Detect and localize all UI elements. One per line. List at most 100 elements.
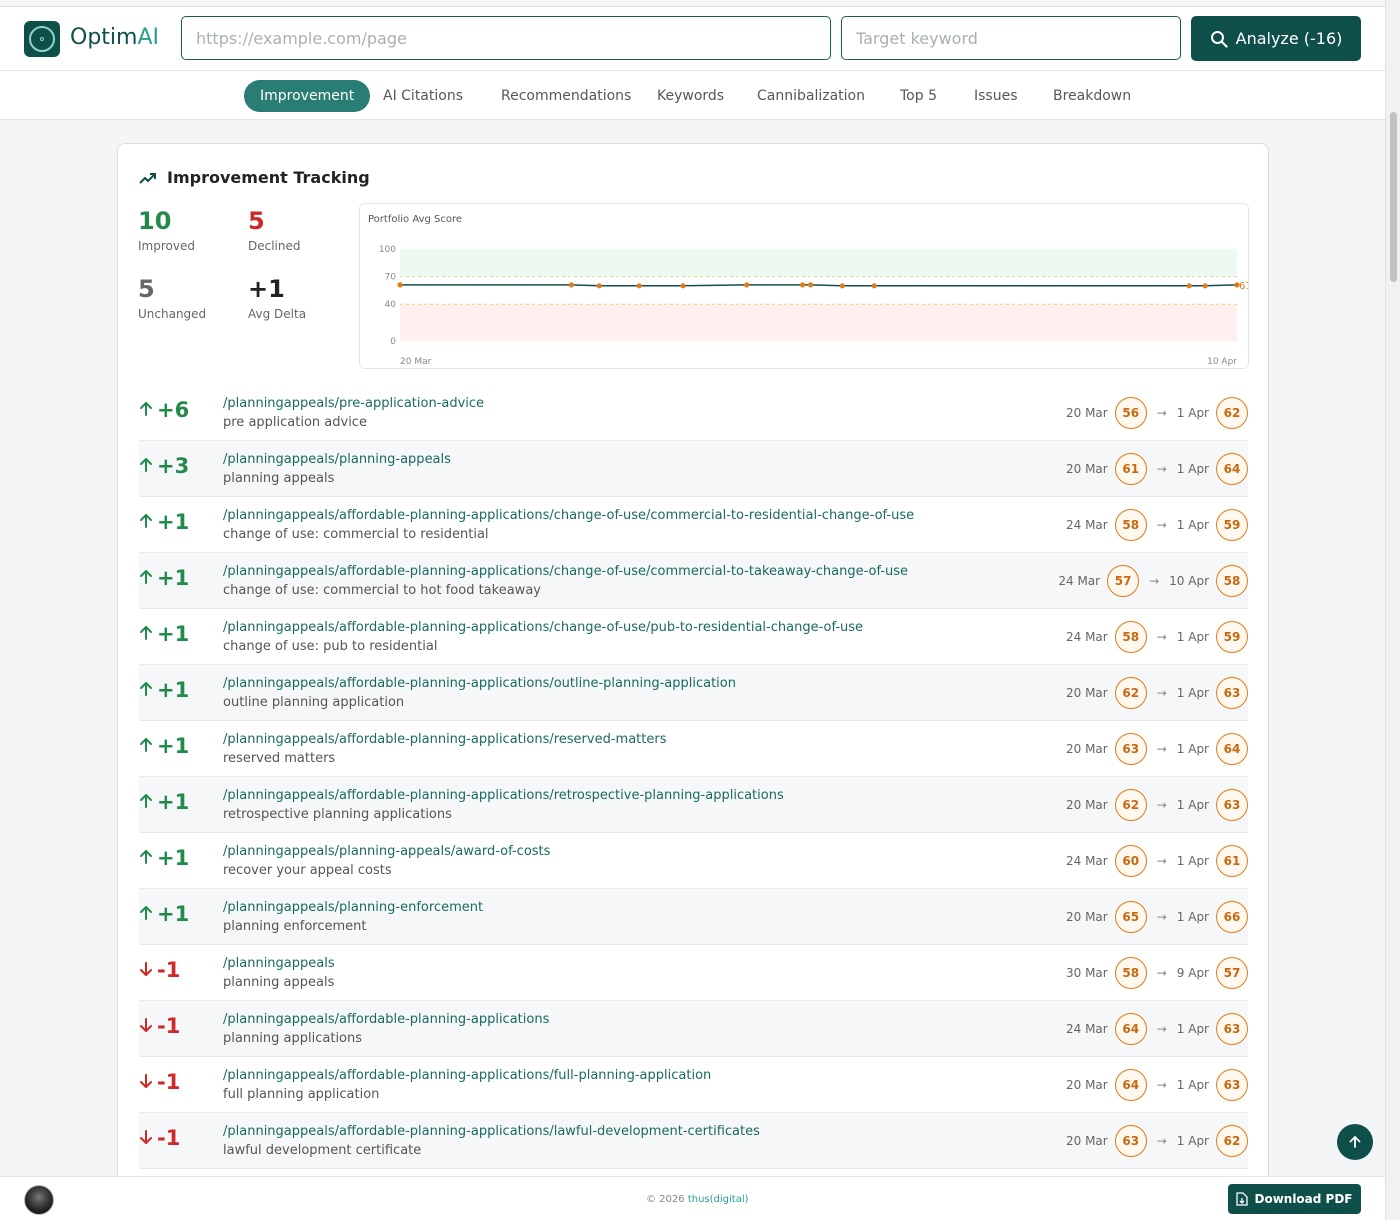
score-comparison: 20 Mar 65 → 1 Apr 66 [1066, 901, 1248, 933]
delta-indicator: +1 [139, 622, 189, 646]
tracking-row[interactable]: -1/planningappeals/affordable-planning-a… [139, 1057, 1248, 1113]
analyze-button[interactable]: Analyze (-16) [1191, 16, 1361, 61]
data-point [799, 282, 806, 288]
scrollbar[interactable] [1385, 0, 1400, 1220]
page-keyword: planning applications [223, 1031, 363, 1046]
tracking-row[interactable]: -1/planningappeals/affordable-planning-a… [139, 1001, 1248, 1057]
top-border [0, 0, 1385, 7]
url-input[interactable] [181, 16, 831, 60]
page-path-link[interactable]: /planningappeals/affordable-planning-app… [223, 508, 914, 523]
page-keyword: planning enforcement [223, 919, 367, 934]
score-comparison: 24 Mar 64 → 1 Apr 63 [1066, 1013, 1248, 1045]
data-point [596, 283, 602, 289]
tracking-row[interactable]: +1/planningappeals/affordable-planning-a… [139, 553, 1248, 609]
stat-declined-value: 5 [248, 207, 265, 235]
scroll-to-top-button[interactable] [1337, 1124, 1373, 1160]
delta-indicator: +1 [139, 846, 189, 870]
page-keyword: pre application advice [223, 415, 367, 430]
from-date: 20 Mar [1065, 798, 1108, 812]
to-score-badge: 57 [1216, 957, 1248, 989]
page-path-link[interactable]: /planningappeals [223, 956, 335, 971]
from-score-badge: 62 [1114, 677, 1147, 709]
keyword-input[interactable] [841, 16, 1181, 60]
tracking-row[interactable]: +3/planningappeals/planning-appeals plann… [139, 441, 1248, 497]
arrow-up-icon [139, 566, 153, 590]
brand-name[interactable]: OptimAI [70, 25, 159, 50]
tracking-row[interactable]: +1/planningappeals/affordable-planning-a… [139, 777, 1248, 833]
page-path-link[interactable]: /planningappeals/affordable-planning-app… [223, 564, 908, 579]
tab-ai-citations[interactable]: AI Citations [367, 80, 479, 112]
from-score-badge: 56 [1114, 397, 1147, 429]
data-point [568, 282, 574, 288]
tracking-row[interactable]: +6/planningappeals/pre-application-advic… [139, 385, 1248, 441]
data-point [1202, 283, 1208, 289]
page-path-link[interactable]: /planningappeals/planning-appeals [223, 452, 451, 467]
tracking-row[interactable]: +1/planningappeals/affordable-planning-a… [139, 721, 1248, 777]
page-path-link[interactable]: /planningappeals/affordable-planning-app… [223, 1124, 760, 1139]
tab-cannibalization[interactable]: Cannibalization [741, 80, 881, 112]
tab-keywords[interactable]: Keywords [641, 80, 740, 112]
page-keyword: reserved matters [223, 751, 336, 766]
tracking-row[interactable]: +1/planningappeals/affordable-planning-a… [139, 497, 1248, 553]
page-path-link[interactable]: /planningappeals/affordable-planning-app… [223, 788, 784, 803]
score-comparison: 24 Mar 57 → 10 Apr 58 [1058, 565, 1248, 597]
page-path-link[interactable]: /planningappeals/planning-appeals/award-… [223, 844, 550, 859]
arrow-up-icon [1349, 1136, 1361, 1148]
scrollbar-thumb[interactable] [1390, 112, 1397, 282]
from-score-badge: 64 [1114, 1013, 1147, 1045]
to-date: 1 Apr [1176, 462, 1209, 476]
user-avatar[interactable] [24, 1185, 54, 1215]
page-path-link[interactable]: /planningappeals/pre-application-advice [223, 396, 484, 411]
tab-breakdown[interactable]: Breakdown [1037, 80, 1147, 112]
to-score-badge: 64 [1216, 453, 1248, 485]
delta-value: +1 [157, 678, 190, 702]
arrow-right-icon: → [1156, 798, 1167, 812]
tracking-row[interactable]: -1/planningappeals/affordable-planning-a… [139, 1113, 1248, 1169]
y-tick-label: 100 [379, 245, 396, 255]
from-date: 30 Mar [1065, 966, 1108, 980]
chart-band [400, 304, 1237, 341]
stat-improved: 10 Improved [138, 207, 195, 253]
download-pdf-button[interactable]: Download PDF [1228, 1184, 1361, 1214]
data-point [636, 283, 642, 289]
score-comparison: 20 Mar 63 → 1 Apr 62 [1066, 1125, 1248, 1157]
page-keyword: planning appeals [223, 975, 335, 990]
data-point [744, 282, 750, 288]
data-point [680, 283, 686, 289]
delta-indicator: +3 [139, 454, 189, 478]
tab-issues[interactable]: Issues [958, 80, 1034, 112]
tab-improvement[interactable]: Improvement [244, 80, 371, 112]
tracking-row[interactable]: -1/planningappeals planning appeals 30 Mar… [139, 945, 1248, 1001]
tab-recommendations[interactable]: Recommendations [485, 80, 647, 112]
page-path-link[interactable]: /planningappeals/affordable-planning-app… [223, 1068, 711, 1083]
stat-unchanged-label: Unchanged [138, 307, 207, 321]
to-score-badge: 64 [1216, 733, 1248, 765]
score-comparison: 20 Mar 62 → 1 Apr 63 [1066, 677, 1248, 709]
tracking-row[interactable]: +1/planningappeals/planning-appeals/awar… [139, 833, 1248, 889]
tracking-row[interactable]: +1/planningappeals/planning-enforcement p… [139, 889, 1248, 945]
arrow-right-icon: → [1156, 854, 1167, 868]
to-date: 1 Apr [1176, 1078, 1209, 1092]
from-score-badge: 57 [1107, 565, 1140, 597]
data-point [397, 282, 403, 288]
page-path-link[interactable]: /planningappeals/affordable-planning-app… [223, 1012, 549, 1027]
stat-avg-delta: +1 Avg Delta [248, 275, 306, 321]
tab-top-5[interactable]: Top 5 [884, 80, 953, 112]
to-date: 1 Apr [1176, 910, 1209, 924]
download-pdf-label: Download PDF [1254, 1192, 1353, 1206]
arrow-up-icon [139, 398, 153, 422]
to-score-badge: 62 [1216, 397, 1248, 429]
stat-improved-value: 10 [138, 207, 172, 235]
delta-indicator: +1 [139, 902, 189, 926]
to-score-badge: 61 [1216, 845, 1248, 877]
page-path-link[interactable]: /planningappeals/affordable-planning-app… [223, 620, 863, 635]
tracking-row[interactable]: +1/planningappeals/affordable-planning-a… [139, 665, 1248, 721]
logo-icon[interactable] [24, 21, 60, 57]
page-path-link[interactable]: /planningappeals/affordable-planning-app… [223, 676, 736, 691]
to-date: 1 Apr [1176, 854, 1209, 868]
page-path-link[interactable]: /planningappeals/affordable-planning-app… [223, 732, 666, 747]
page-path-link[interactable]: /planningappeals/planning-enforcement [223, 900, 483, 915]
tracking-row[interactable]: +1/planningappeals/affordable-planning-a… [139, 609, 1248, 665]
delta-indicator: +1 [139, 734, 189, 758]
delta-indicator: -1 [139, 1070, 180, 1094]
